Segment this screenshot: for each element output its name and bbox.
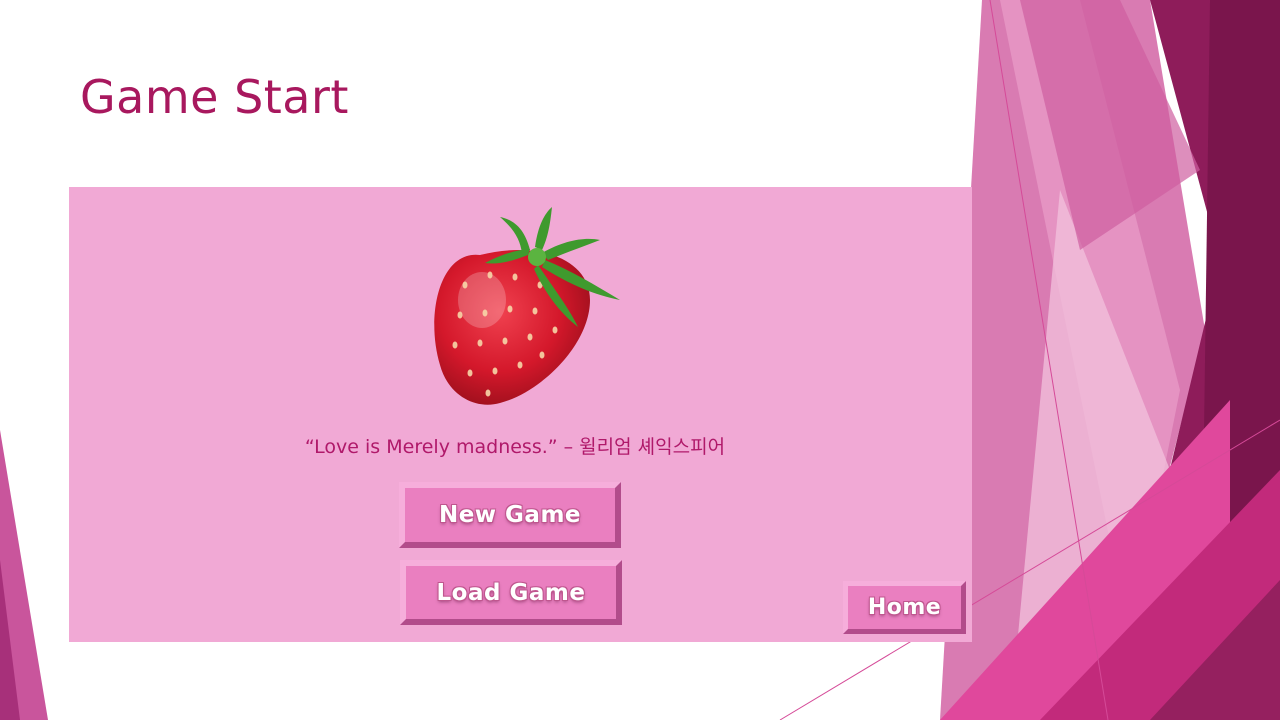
strawberry-icon [434,207,620,405]
quote-text: “Love is Merely madness.” – 윌리엄 셰익스피어 [304,436,726,458]
load-game-button[interactable]: Load Game [400,560,622,625]
page-title: Game Start [80,70,349,124]
new-game-button[interactable]: New Game [399,482,621,548]
home-button[interactable]: Home [843,581,966,634]
